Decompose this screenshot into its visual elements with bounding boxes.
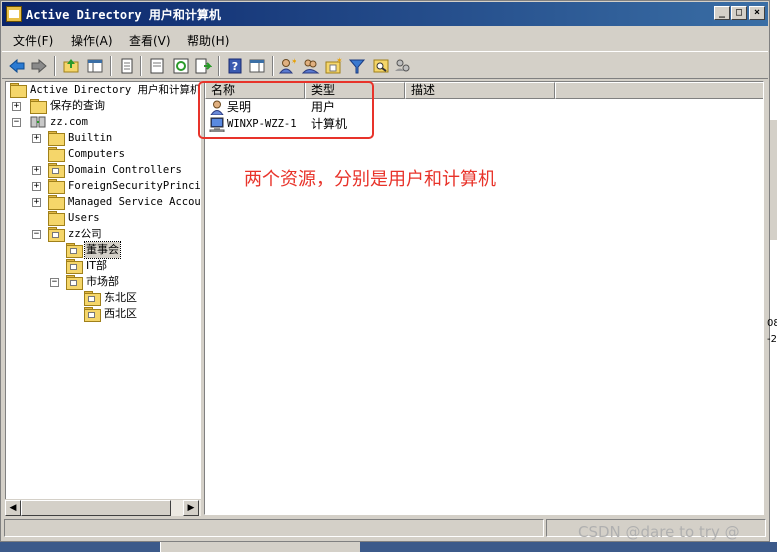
collapse-icon[interactable]: − xyxy=(50,278,59,287)
annotation-text: 两个资源，分别是用户和计算机 xyxy=(244,169,496,190)
help-icon[interactable]: ? xyxy=(226,57,244,75)
toolbar-separator xyxy=(218,56,220,76)
toolbar-separator xyxy=(272,56,274,76)
column-header-filler xyxy=(555,82,763,99)
title-bar[interactable]: Active Directory 用户和计算机 _ □ × xyxy=(2,2,768,26)
show-hide-tree-icon[interactable] xyxy=(86,57,104,75)
new-group-icon[interactable] xyxy=(302,57,320,75)
expand-icon[interactable]: + xyxy=(32,134,41,143)
new-ou-icon[interactable]: ✶ xyxy=(324,57,342,75)
ou-icon xyxy=(66,259,83,274)
app-window: Active Directory 用户和计算机 _ □ × 文件(F) 操作(A… xyxy=(0,0,770,542)
ad-root-icon xyxy=(10,83,27,98)
menu-action[interactable]: 操作(A) xyxy=(71,32,113,49)
refresh-icon[interactable] xyxy=(172,57,190,75)
toolbar-separator xyxy=(54,56,56,76)
export-list-icon[interactable] xyxy=(194,57,212,75)
expand-icon[interactable]: + xyxy=(12,102,21,111)
menu-help[interactable]: 帮助(H) xyxy=(187,32,229,49)
ou-icon xyxy=(84,291,101,306)
domain-icon xyxy=(30,116,46,128)
scroll-right-icon[interactable]: ▶ xyxy=(183,500,199,516)
maximize-button[interactable]: □ xyxy=(731,6,747,20)
scroll-thumb[interactable] xyxy=(21,500,171,516)
toolbar: ? ✶ ✶ xyxy=(2,51,768,79)
action-pane-icon[interactable] xyxy=(248,57,266,75)
ad-app-icon xyxy=(6,6,22,22)
console-tree[interactable]: Active Directory 用户和计算机 + 保存的查询 − zz.com… xyxy=(5,81,201,515)
folder-icon xyxy=(48,147,65,162)
add-to-group-icon[interactable] xyxy=(394,57,412,75)
svg-text:✶: ✶ xyxy=(336,57,342,65)
collapse-icon[interactable]: − xyxy=(32,230,41,239)
desktop-background xyxy=(0,542,777,552)
column-header-description[interactable]: 描述 xyxy=(405,82,555,99)
svg-text:?: ? xyxy=(232,60,238,73)
status-panel-main xyxy=(4,519,544,537)
collapse-icon[interactable]: − xyxy=(12,118,21,127)
new-user-icon[interactable]: ✶ xyxy=(278,57,296,75)
properties-icon[interactable] xyxy=(148,57,166,75)
expand-icon[interactable]: + xyxy=(32,198,41,207)
expand-icon[interactable]: + xyxy=(32,182,41,191)
background-window-edge xyxy=(770,120,777,240)
toolbar-separator xyxy=(110,56,112,76)
background-text: -2 xyxy=(767,334,777,345)
folder-icon xyxy=(48,131,65,146)
details-pane[interactable]: 名称 类型 描述 吴明 用户 WINXP-WZZ-1 计算机 xyxy=(204,81,764,515)
expand-icon[interactable]: + xyxy=(32,166,41,175)
background-text: 08 xyxy=(767,318,777,329)
folder-icon xyxy=(48,195,65,210)
folder-icon xyxy=(48,179,65,194)
copy-icon[interactable] xyxy=(118,57,136,75)
folder-icon xyxy=(30,99,47,114)
ou-icon xyxy=(66,243,83,258)
ou-icon xyxy=(66,275,83,290)
find-icon[interactable] xyxy=(372,57,390,75)
filter-icon[interactable] xyxy=(348,57,366,75)
up-folder-icon[interactable] xyxy=(62,57,80,75)
ou-icon xyxy=(48,227,65,242)
highlight-box xyxy=(198,81,374,139)
minimize-button[interactable]: _ xyxy=(714,6,730,20)
scroll-left-icon[interactable]: ◀ xyxy=(5,500,21,516)
window-title: Active Directory 用户和计算机 xyxy=(26,8,221,22)
menu-file[interactable]: 文件(F) xyxy=(13,32,53,49)
watermark-text: CSDN @dare to try @ xyxy=(578,523,740,541)
tree-horizontal-scrollbar[interactable]: ◀ ▶ xyxy=(5,499,201,516)
ou-icon xyxy=(84,307,101,322)
menu-bar: 文件(F) 操作(A) 查看(V) 帮助(H) xyxy=(2,28,768,50)
back-arrow-icon[interactable] xyxy=(8,57,26,75)
svg-text:✶: ✶ xyxy=(291,57,296,66)
folder-icon xyxy=(48,211,65,226)
taskbar-segment xyxy=(160,542,360,552)
close-button[interactable]: × xyxy=(749,6,765,20)
forward-arrow-icon[interactable] xyxy=(30,57,48,75)
toolbar-separator xyxy=(140,56,142,76)
ou-icon xyxy=(48,163,65,178)
menu-view[interactable]: 查看(V) xyxy=(129,32,171,49)
